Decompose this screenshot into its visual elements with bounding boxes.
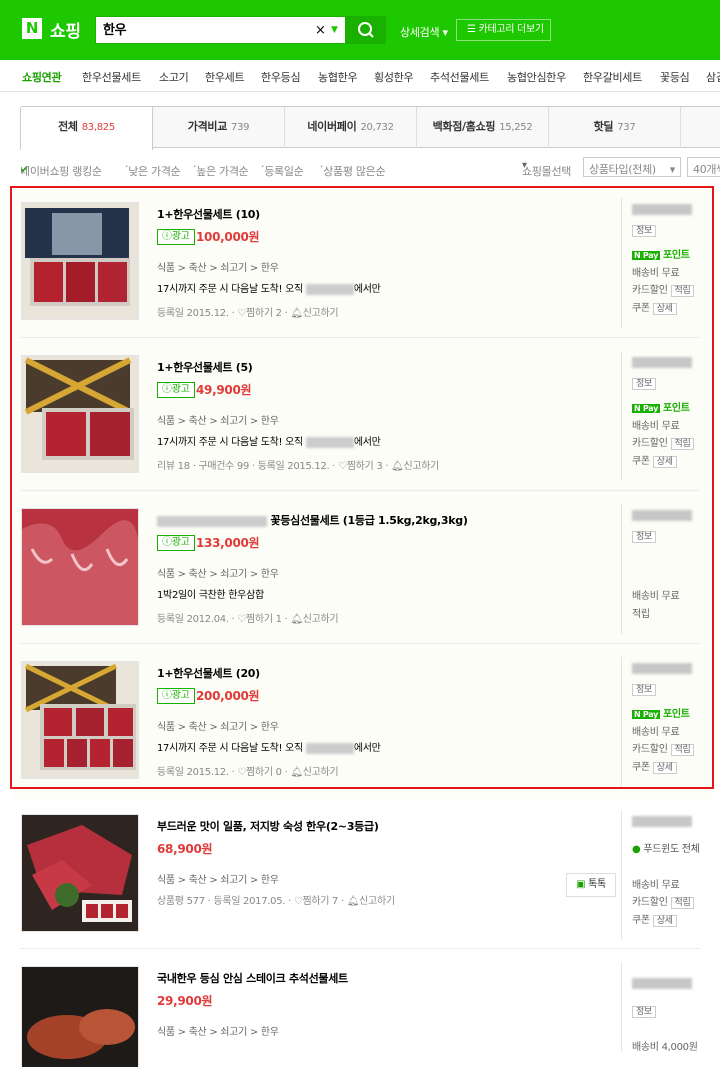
list-icon: ☰ [467,24,476,35]
sort-low-price[interactable]: · 낮은 가격순 [125,160,181,178]
tab-count: 83,825 [81,122,116,133]
card-discount: 카드할인 적립 [632,893,695,909]
count-select[interactable]: 40개씩 [687,157,720,177]
type-select[interactable]: 상품타입(전체) ▾ [583,157,681,177]
sort-label: 상품평 많은순 [323,165,386,178]
category-more-label: 카테고리 더보기 [478,24,544,35]
highlight-box [10,186,714,789]
category-breadcrumb[interactable]: 식품 > 축산 > 쇠고기 > 한우 [157,871,279,886]
coupon-label: 쿠폰 [632,915,650,926]
product-price: 68,900원 [157,842,213,856]
related-item[interactable]: 농협한우 [318,69,358,85]
bell-icon: 🔔︎ [346,896,360,907]
tab-all[interactable]: 전체 83,825 [20,107,153,150]
advanced-search-label: 상세검색 [400,26,440,39]
related-keywords-nav: 쇼핑연관 한우선물세트 소고기 한우세트 한우등심 농협한우 횡성한우 추석선물… [0,60,720,92]
related-item[interactable]: 꽃등심 [660,69,690,85]
product-row[interactable]: 부드러운 맛이 일품, 저지방 숙성 한우(2~3등급) 68,900원 식품 … [13,800,713,952]
product-title[interactable]: 국내한우 등심 안심 스테이크 추석선물세트 [157,970,348,986]
related-item[interactable]: 한우갈비세트 [583,69,642,85]
tab-department[interactable]: 백화점/홈쇼핑 15,252 [417,107,549,148]
search-input[interactable]: 한우 × ▼ [95,16,346,44]
product-title[interactable]: 부드러운 맛이 일품, 저지방 숙성 한우(2~3등급) [157,818,379,834]
sort-date[interactable]: · 등록일순 [261,160,304,178]
clear-icon[interactable]: × [315,17,326,44]
sort-high-price[interactable]: · 높은 가격순 [193,160,249,178]
related-item[interactable]: 한우등심 [261,69,301,85]
sort-label: 등록일순 [264,165,304,178]
count-select-value: 40개씩 [693,163,720,176]
tab-count: 20,732 [360,122,394,133]
shipping: 배송비 4,000원 [632,1042,698,1053]
search-icon [358,22,374,38]
related-item[interactable]: 농협안심한우 [507,69,566,85]
tab-label: 네이버페이 [307,120,357,133]
mall-select-label: 쇼핑몰선택 [522,165,572,178]
card-label: 카드할인 [632,897,668,908]
detail-button[interactable]: 상세 [652,915,677,927]
search-query[interactable]: 한우 [103,17,127,44]
tab-count: 15,252 [499,122,533,133]
product-meta: 상품평 577 · 등록일 2017.05. · ♡찜하기 7 · 🔔︎신고하기 [157,896,395,907]
chat-icon: ▣ [576,879,586,890]
tab-label: 핫딜 [593,120,614,133]
result-tabs: 전체 83,825 가격비교 739 네이버페이 20,732 백화점/홈쇼핑 15,2… [20,106,720,150]
related-item[interactable]: 횡성한우 [374,69,414,85]
blurred-seller [632,816,692,827]
advanced-search-button[interactable]: 상세검색 ▾ [400,24,448,40]
sort-bar: ✔ 네이버쇼핑 랭킹순 · 낮은 가격순 · 높은 가격순 · 등록일순 · 상… [20,157,720,178]
product-row[interactable]: 국내한우 등심 안심 스테이크 추석선물세트 29,900원 식품 > 축산 >… [13,952,713,1067]
tab-price-compare[interactable]: 가격비교 739 [153,107,285,148]
wish-button[interactable]: 찜하기 7 [302,896,338,907]
divider [20,948,700,949]
product-price: 29,900원 [157,994,213,1008]
tab-label: 백화점/홈쇼핑 [432,120,496,133]
review-count[interactable]: 상품평 577 [157,896,205,907]
shipping: 배송비 무료 [632,880,680,891]
service-name[interactable]: 쇼핑 [50,17,81,42]
tab-count: 737 [617,122,636,133]
check-circle-icon: ● [632,844,641,855]
sort-label: 네이버쇼핑 랭킹순 [20,165,102,178]
foodwindow-badge: ● 푸드윈도 전체 [632,840,700,855]
related-item[interactable]: 소고기 [159,69,189,85]
product-image[interactable] [21,966,139,1067]
category-more-button[interactable]: ☰ 카테고리 더보기 [456,19,551,41]
related-item[interactable]: 삼겹 [706,69,720,85]
related-title: 쇼핑연관 [22,71,62,84]
point-button[interactable]: 적립 [670,897,695,909]
report-button[interactable]: 신고하기 [359,896,395,907]
seller-info: ● 푸드윈도 전체 배송비 무료 카드할인 적립 쿠폰 상세 [621,810,713,940]
seller-info: 정보 배송비 4,000원 [621,962,713,1053]
sort-reviews[interactable]: · 상품평 많은순 [320,160,386,178]
type-select-value: 상품타입(전체) [589,163,656,176]
header: N 쇼핑 한우 × ▼ 상세검색 ▾ ☰ 카테고리 더보기 [0,0,720,60]
coupon: 쿠폰 상세 [632,911,677,927]
foodwindow-label: 푸드윈도 전체 [643,844,700,855]
talktalk-label: 톡톡 [588,879,606,890]
tab-count: 739 [231,122,250,133]
sort-label: 높은 가격순 [196,165,249,178]
chevron-down-icon[interactable]: ▼ [331,17,338,44]
sort-label: 낮은 가격순 [128,165,181,178]
tab-naverpay[interactable]: 네이버페이 20,732 [285,107,417,148]
related-item[interactable]: 한우세트 [205,69,245,85]
tab-label: 전체 [58,120,78,133]
tab-label: 가격비교 [187,120,228,133]
related-item[interactable]: 추석선물세트 [430,69,489,85]
chevron-down-icon: ▾ [669,163,676,176]
mall-select[interactable]: 쇼핑몰선택 ▾ [522,160,571,178]
reg-date: 등록일 2017.05. [213,896,286,907]
category-breadcrumb[interactable]: 식품 > 축산 > 쇠고기 > 한우 [157,1023,279,1038]
steak-image [22,967,138,1067]
product-image[interactable] [21,814,139,932]
related-item[interactable]: 한우선물세트 [82,69,141,85]
beef-image [22,815,138,931]
search-button[interactable] [346,16,386,44]
tab-hotdeal[interactable]: 핫딜 737 [549,107,681,148]
info-button[interactable]: 정보 [632,1006,656,1018]
blurred-seller [632,978,692,989]
naver-logo[interactable]: N [22,18,42,39]
talktalk-button[interactable]: ▣ 톡톡 [566,873,616,897]
